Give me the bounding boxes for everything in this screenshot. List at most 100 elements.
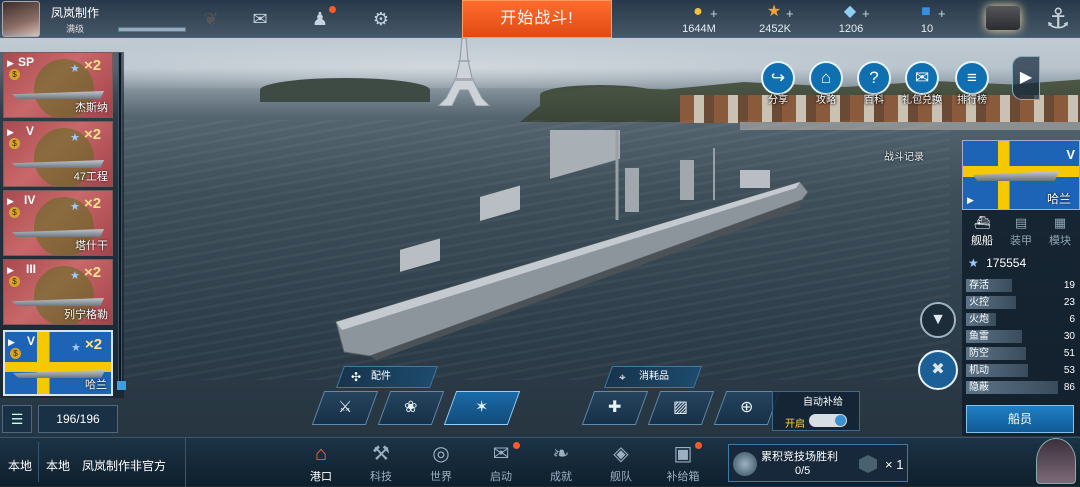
currency-star[interactable]: ★ + 2452K [740,0,810,38]
supply-box-notification-dot [695,442,702,449]
friends-icon[interactable]: ♟ [308,8,332,30]
rank-medal-icon: $ [9,207,20,218]
combat-power-value: 175554 [986,256,1027,270]
port-icon: ⌂ [314,443,328,465]
star-icon: ★ [766,3,782,20]
currency-cube[interactable]: ■ + 10 [892,0,962,38]
encyclopedia-label: 百科 [864,95,884,106]
play-icon: ▶ [967,195,974,205]
add-diamond-icon[interactable]: + [862,6,870,21]
nav-tech[interactable]: ⚒ 科技 [356,440,406,486]
stat-label: 防空 [969,348,989,359]
treasure-chest-icon[interactable] [986,6,1020,30]
list-position-marker [117,381,126,390]
tech-icon: ⚒ [372,443,390,465]
tab-armor[interactable]: ▤ 装甲 [1003,214,1039,250]
nav-world[interactable]: ◎ 世界 [416,440,466,486]
leaderboard-button[interactable]: ≡ 排行榜 [950,61,994,111]
arena-reward-text: × 1 [885,457,904,472]
chat-box[interactable]: 本地 本地 凤岚制作非官方 [0,438,186,487]
combat-power: ★ 175554 [968,256,1026,270]
add-star-icon[interactable]: + [786,6,794,21]
chat-message: 凤岚制作非官方 [82,459,167,473]
ship-card[interactable]: ▶ III $ ★ ×2 列宁格勒 [3,259,113,325]
stat-torpedo: 鱼雷 30 [966,329,1078,344]
gift-exchange-button[interactable]: ✉ 礼包兑换 [900,61,944,111]
stat-value: 19 [1063,280,1075,291]
ship-list-scrollbar[interactable] [118,52,122,387]
part-slot-3[interactable]: ✶ [443,391,521,425]
play-icon: ▶ [7,127,14,137]
share-button[interactable]: ↪ 分享 [756,61,800,111]
launch-notification-dot [513,442,520,449]
ship-card[interactable]: ▶ IV $ ★ ×2 塔什干 [3,190,113,256]
list-view-button[interactable]: ☰ [2,405,32,433]
add-gold-icon[interactable]: + [710,6,718,21]
stat-artillery: 火炮 6 [966,312,1078,327]
nav-launch[interactable]: ✉ 启动 [476,440,526,486]
tab-ship[interactable]: ⛴ 舰船 [964,214,1000,250]
wings-icon[interactable]: ❦ [196,8,226,30]
chat-divider [38,442,39,482]
island-left [260,78,430,102]
repair-tools-button[interactable]: ✖ [918,350,958,390]
ship-tier: SP [18,55,35,69]
mail-icon[interactable]: ✉ [248,8,272,30]
module-icon: ▦ [1053,215,1067,230]
add-cube-icon[interactable]: + [938,6,946,21]
xp-bar [118,27,186,32]
player-avatar[interactable] [2,1,40,37]
consumables-header: ⌖ 消耗品 [603,366,703,388]
currency-gold[interactable]: ● + 1644M [664,0,734,38]
rank-medal-icon: $ [9,69,20,80]
currency-diamond[interactable]: ◆ + 1206 [816,0,886,38]
star-icon: ★ [70,63,80,75]
nav-supply-box[interactable]: ▣ 补给箱 [658,440,708,486]
crew-button[interactable]: 船员 [966,405,1074,433]
diamond-value: 1206 [838,23,864,35]
tab-module[interactable]: ▦ 模块 [1042,214,1078,250]
ship-card[interactable]: ▶ V $ ★ ×2 47工程 [3,121,113,187]
play-icon: ▶ [7,265,14,275]
nav-supply-box-label: 补给箱 [666,471,700,483]
fleet-icon: ◈ [613,443,629,465]
friends-notification-dot [329,6,336,13]
gold-coin-icon: ● [693,3,703,20]
destroyer-ship-3d [335,130,809,360]
chat-channel-tab[interactable]: 本地 [8,457,32,474]
ship-card-selected[interactable]: ▶ V $ ★ ×2 哈兰 [3,330,113,396]
auto-supply-label: 自动补给 [803,397,843,408]
consumables-title: 消耗品 [639,371,669,382]
captain-avatar[interactable] [1036,438,1076,484]
wrench-icon: ✖ [931,361,945,378]
play-icon: ▶ [7,58,14,68]
nav-fleet[interactable]: ◈ 舰队 [596,440,646,486]
arena-progress-panel[interactable]: 累积竞技场胜利 0/5 × 1 [728,444,908,482]
camouflage-button[interactable]: ▼ [920,302,956,338]
arena-reward-count: × 1 [857,457,903,472]
ship-multiplier: ×2 [84,57,102,74]
crew-part-icon: ⚔ [337,399,353,416]
settings-gear-icon[interactable]: ⚙ [369,8,393,30]
ship-card[interactable]: ▶ SP $ ★ ×2 杰斯纳 [3,52,113,118]
nav-port[interactable]: ⌂ 港口 [296,440,346,486]
nav-achievement[interactable]: ❧ 成就 [536,440,586,486]
rank-medal-icon: $ [10,348,21,359]
ship-name: 杰斯纳 [75,102,108,114]
chevron-shield-icon: ▼ [930,311,946,328]
anchor-icon[interactable]: ⚓ [1040,2,1076,36]
tab-ship-label: 舰船 [971,235,993,247]
stat-label: 隐蔽 [969,382,989,393]
auto-supply-toggle[interactable] [809,414,847,427]
nav-launch-label: 启动 [490,471,512,483]
gift-exchange-label: 礼包兑换 [902,95,942,106]
ship-info-panel: V ▶ 哈兰 ⛴ 舰船 ▤ 装甲 ▦ 模块 ★ 175554 存活 19 火控 … [962,140,1080,436]
battle-record-link[interactable]: 战斗记录 [884,148,924,163]
encyclopedia-button[interactable]: ? 百科 [852,61,896,111]
gift-exchange-icon: ✉ [905,61,939,95]
expand-arrow-icon[interactable]: ▶ [1012,56,1040,100]
guide-button[interactable]: ⌂ 攻略 [804,61,848,111]
ship-tier: V [1066,147,1075,162]
start-battle-button[interactable]: 开始战斗! [462,0,612,38]
list-icon: ☰ [10,411,24,427]
